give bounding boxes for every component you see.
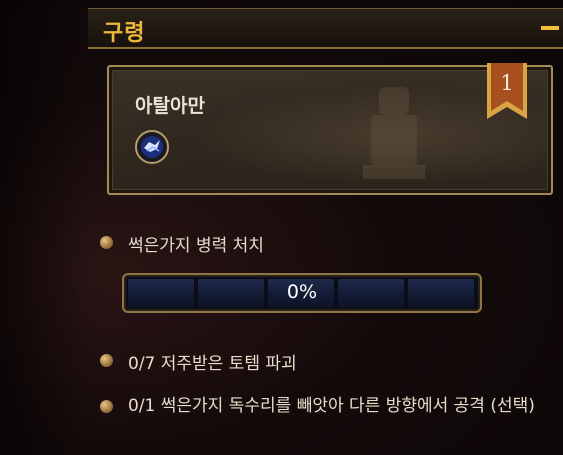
minus-icon[interactable]: [541, 26, 559, 30]
section-header[interactable]: 구령: [88, 8, 563, 49]
objective-text: 0/7 저주받은 토템 파괴: [128, 354, 297, 374]
bullet-icon: [100, 236, 113, 249]
objective-text: 0/1 썩은가지 독수리를 빼앗아 다른 방향에서 공격 (선택): [128, 396, 535, 416]
quest-name: 아탈아만: [135, 95, 205, 117]
rank-number: 1: [500, 71, 514, 95]
quest-card[interactable]: 아탈아만 1: [107, 63, 553, 195]
blue-rune-icon: [135, 130, 169, 164]
progress-label: 0%: [286, 281, 318, 303]
statue-watermark-icon: [363, 87, 425, 179]
bullet-icon: [100, 354, 113, 367]
background-shade: [0, 0, 90, 455]
objective-text: 썩은가지 병력 처치: [128, 236, 264, 256]
section-title: 구령: [103, 21, 146, 46]
bullet-icon: [100, 400, 113, 413]
progress-bar: 0%: [122, 273, 482, 313]
